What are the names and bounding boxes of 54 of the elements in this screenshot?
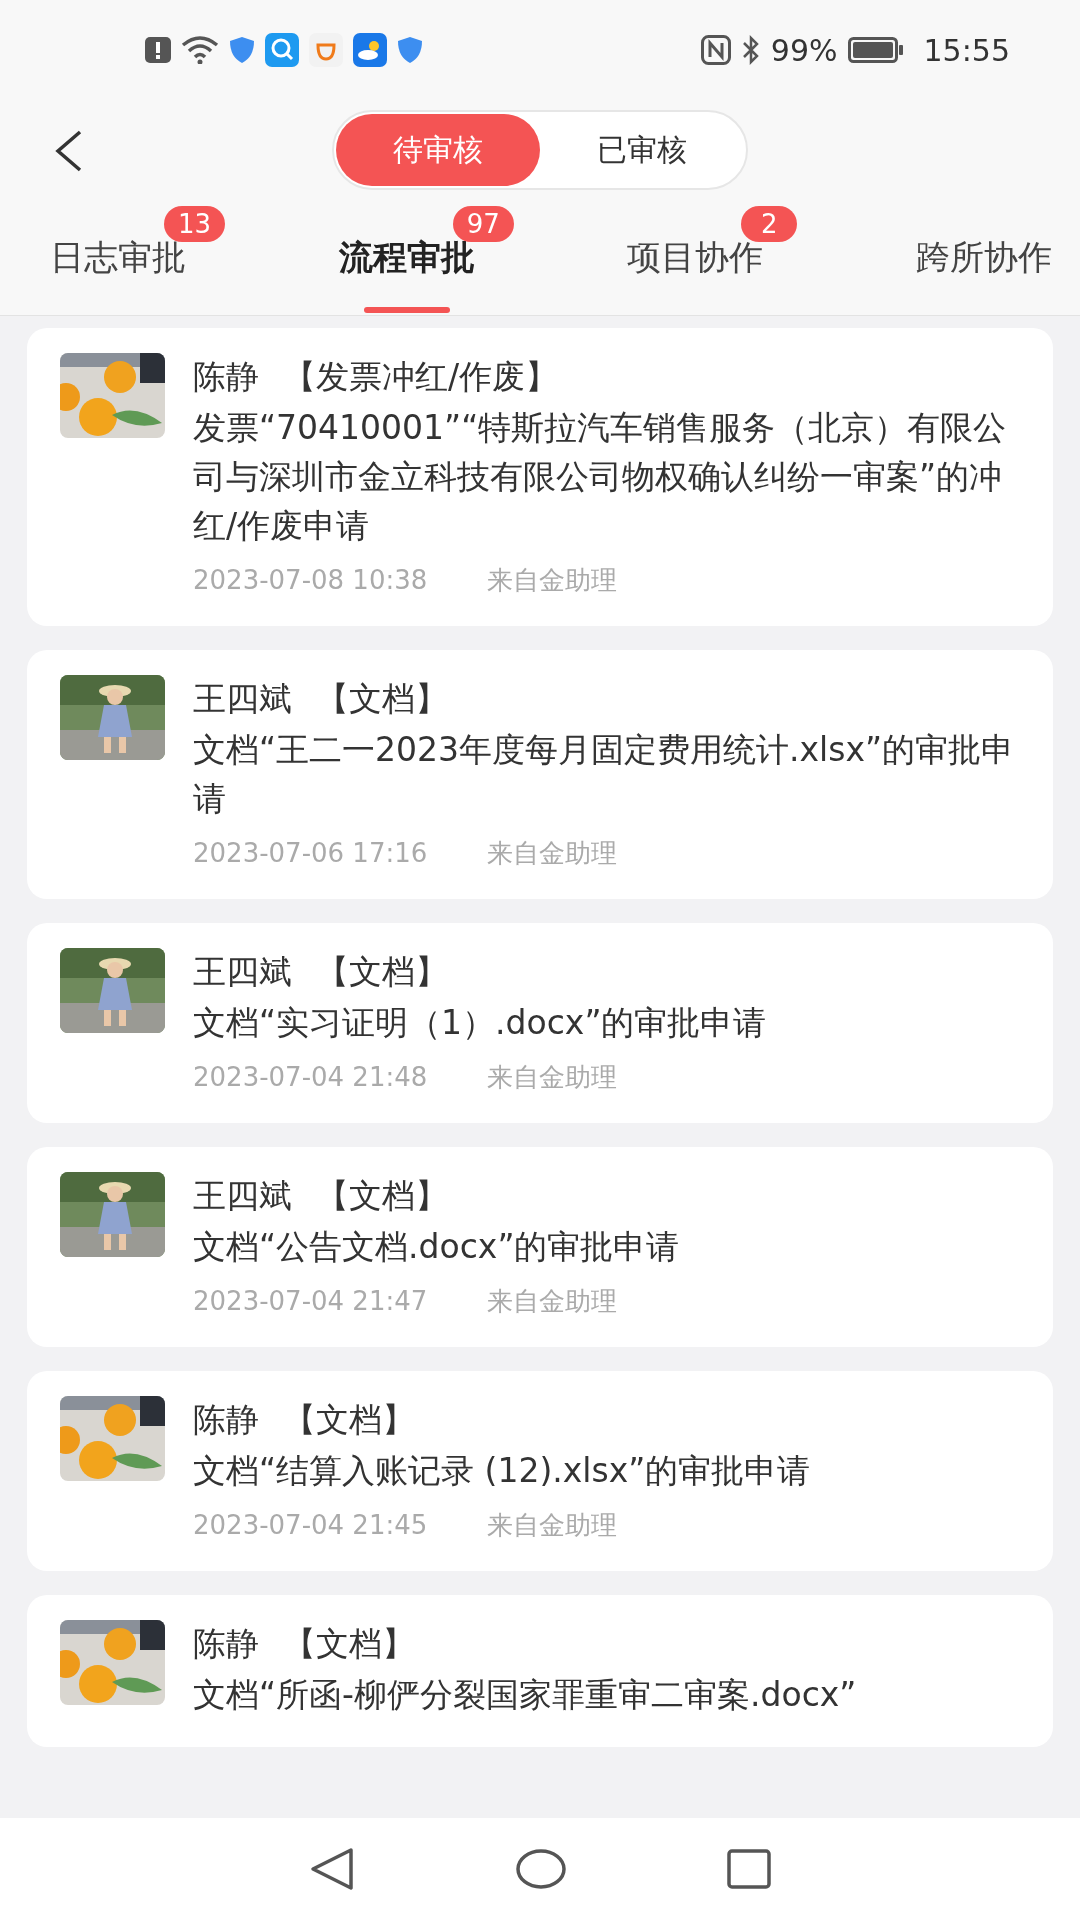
request-type: 【文档】 (316, 678, 448, 720)
applicant-name: 王四斌 (193, 951, 292, 993)
approval-card[interactable]: 王四斌 【文档】 文档“王二一2023年度每月固定费用统计.xlsx”的审批申请 2023-07-06 17:16 来自金助理 (27, 650, 1053, 899)
battery-icon (847, 37, 904, 63)
request-type: 【文档】 (283, 1623, 415, 1665)
request-type: 【发票冲红/作废】 (283, 356, 559, 398)
category-tab[interactable]: 跨所协作 (915, 200, 1052, 315)
shield-icon (229, 36, 255, 64)
request-time: 2023-07-04 21:48 (193, 1061, 428, 1094)
search-icon (265, 33, 299, 67)
request-description: 发票“70410001”“特斯拉汽车销售服务（北京）有限公司与深圳市金立科技有限公司物权确认纠纷一审案”的冲红/作废申请 (193, 407, 1008, 547)
segment-tab[interactable]: 已审核 (540, 114, 744, 186)
request-source: 来自金助理 (487, 837, 618, 870)
request-description: 文档“所函-柳俨分裂国家罪重审二审案.docx” (193, 1674, 858, 1716)
count-badge: 97 (452, 206, 514, 242)
request-description: 文档“实习证明（1）.docx”的审批申请 (193, 1002, 768, 1044)
shield-icon (397, 36, 423, 64)
applicant-name: 王四斌 (193, 678, 292, 720)
approval-card[interactable]: 王四斌 【文档】 文档“公告文档.docx”的审批申请 2023-07-04 21:47 来自金助理 (27, 1147, 1053, 1347)
request-type: 【文档】 (283, 1399, 415, 1441)
clock: 15:55 (923, 32, 1010, 68)
applicant-name: 陈静 (193, 1623, 259, 1665)
request-description: 文档“王二一2023年度每月固定费用统计.xlsx”的审批申请 (193, 729, 1016, 820)
request-source: 来自金助理 (487, 1061, 618, 1094)
count-badge: 13 (164, 206, 226, 242)
approval-card[interactable]: 陈静 【文档】 文档“所函-柳俨分裂国家罪重审二审案.docx” (27, 1595, 1053, 1747)
request-time: 2023-07-04 21:45 (193, 1509, 428, 1542)
weather-icon (353, 33, 387, 67)
applicant-name: 王四斌 (193, 1175, 292, 1217)
request-time: 2023-07-06 17:16 (193, 837, 428, 870)
nfc-icon (700, 35, 731, 65)
applicant-name: 陈静 (193, 1399, 259, 1441)
alert-icon (145, 37, 171, 63)
request-description: 文档“公告文档.docx”的审批申请 (193, 1226, 681, 1268)
request-source: 来自金助理 (487, 1285, 618, 1318)
recents-nav-button[interactable] (727, 1849, 771, 1889)
request-description: 文档“结算入账记录 (12).xlsx”的审批申请 (193, 1450, 812, 1492)
request-time: 2023-07-04 21:47 (193, 1285, 428, 1318)
approval-card[interactable]: 陈静 【文档】 文档“结算入账记录 (12).xlsx”的审批申请 2023-07-04 21:45 来自金助理 (27, 1371, 1053, 1571)
applicant-name: 陈静 (193, 356, 259, 398)
battery-percent: 99% (770, 32, 838, 68)
request-type: 【文档】 (316, 1175, 448, 1217)
request-type: 【文档】 (316, 951, 448, 993)
cup-icon (309, 33, 343, 67)
approval-card[interactable]: 王四斌 【文档】 文档“实习证明（1）.docx”的审批申请 2023-07-04 21:48 来自金助理 (27, 923, 1053, 1123)
approval-card[interactable]: 陈静 【发票冲红/作废】 发票“70410001”“特斯拉汽车销售服务（北京）有限公司与深圳市金立科技有限公司物权确认纠纷一审案”的冲红/作废申请 2023-07-08 10:38 来自金助理 (27, 328, 1053, 626)
request-source: 来自金助理 (487, 564, 618, 597)
request-time: 2023-07-08 10:38 (193, 564, 428, 597)
back-nav-button[interactable] (309, 1846, 355, 1892)
bluetooth-icon (740, 34, 761, 66)
request-source: 来自金助理 (487, 1509, 618, 1542)
home-nav-button[interactable] (515, 1848, 567, 1890)
wifi-icon (181, 36, 219, 64)
count-badge: 2 (741, 206, 798, 242)
